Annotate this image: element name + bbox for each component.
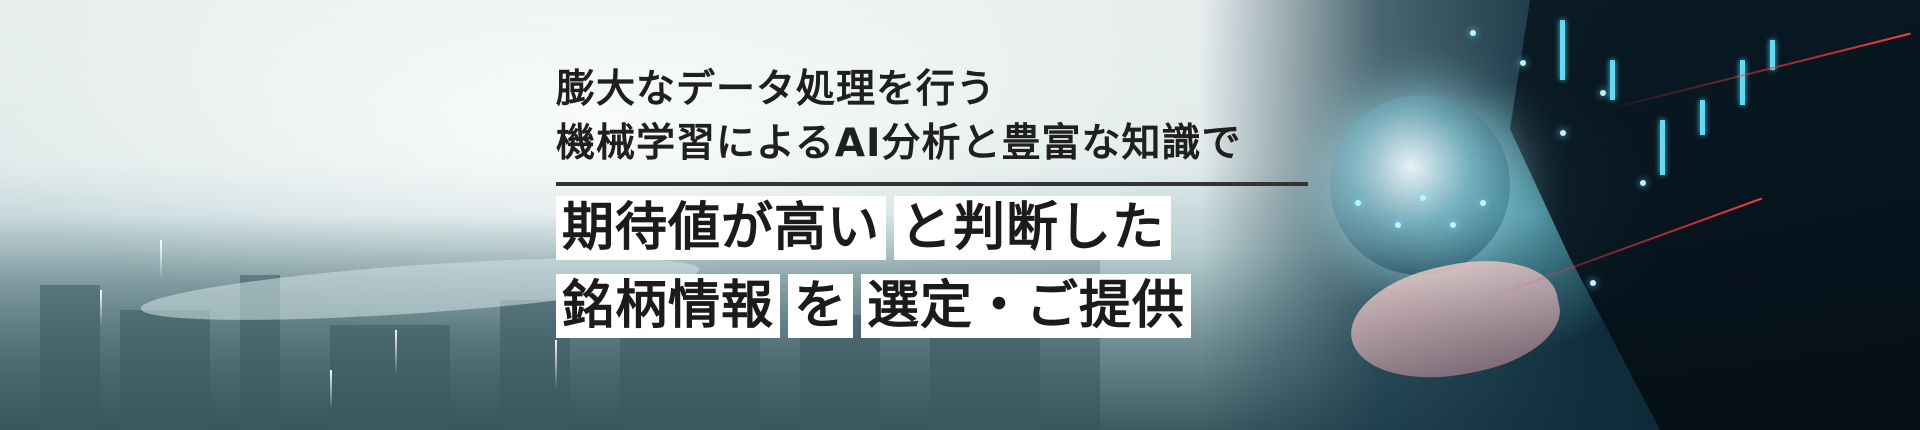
network-node: [1450, 222, 1456, 228]
network-node: [1420, 195, 1426, 201]
network-node: [1590, 280, 1596, 286]
hero-banner: 膨大なデータ処理を行う 機械学習によるAI分析と豊富な知識で 期待値が高い と判…: [0, 0, 1920, 430]
building: [620, 335, 760, 430]
headline-line-4: 銘柄情報 を 選定・ご提供: [556, 274, 1308, 338]
highlight-particle: を: [788, 274, 854, 338]
highlight-select-provide: 選定・ご提供: [861, 274, 1192, 338]
network-node: [1520, 60, 1526, 66]
divider: [556, 182, 1308, 186]
headline-line-2: 機械学習によるAI分析と豊富な知識で: [556, 121, 1242, 166]
network-node: [1355, 200, 1361, 206]
building: [330, 325, 450, 430]
network-node: [1560, 130, 1566, 136]
light-beam: [160, 240, 162, 280]
network-node: [1600, 90, 1606, 96]
network-node: [1470, 30, 1476, 36]
headline-line-3: 期待値が高い と判断した: [556, 196, 1308, 260]
headline-line-1: 膨大なデータ処理を行う: [556, 67, 997, 112]
network-node: [1640, 180, 1646, 186]
light-beam: [330, 370, 332, 410]
building: [120, 310, 210, 430]
highlight-stock-info: 銘柄情報: [556, 274, 781, 338]
candlestick: [1740, 60, 1745, 105]
candlestick: [1700, 100, 1705, 135]
candlestick: [1610, 60, 1615, 100]
highlight-expected-value: 期待値が高い: [556, 196, 887, 260]
light-beam: [555, 340, 557, 390]
headline-block: 膨大なデータ処理を行う 機械学習によるAI分析と豊富な知識で 期待値が高い と判…: [556, 66, 1308, 338]
network-node: [1480, 200, 1486, 206]
network-node: [1395, 222, 1401, 228]
light-beam: [395, 330, 397, 375]
building: [40, 285, 100, 430]
light-beam: [100, 290, 102, 325]
highlight-judged: と判断した: [894, 196, 1172, 260]
candlestick: [1660, 120, 1665, 175]
glowing-globe: [1330, 95, 1510, 275]
candlestick: [1560, 20, 1565, 80]
